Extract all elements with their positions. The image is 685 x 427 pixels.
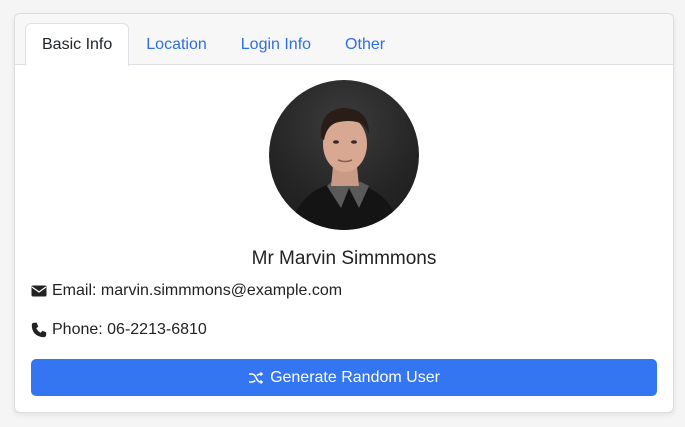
email-row: Email: marvin.simmmons@example.com <box>31 282 342 300</box>
avatar <box>269 80 419 230</box>
button-label: Generate Random User <box>270 368 440 386</box>
user-name: Mr Marvin Simmmons <box>251 248 437 269</box>
tab-location[interactable]: Location <box>129 23 224 65</box>
tab-other[interactable]: Other <box>328 23 402 65</box>
tab-list: Basic Info Location Login Info Other <box>25 23 402 66</box>
phone-row: Phone: 06-2213-6810 <box>31 321 207 339</box>
tab-bar: Basic Info Location Login Info Other <box>15 14 673 66</box>
user-photo <box>289 108 401 230</box>
shuffle-icon <box>248 370 264 386</box>
user-card: Basic Info Location Login Info Other Mr … <box>14 13 674 413</box>
phone-icon <box>31 322 47 338</box>
tab-basic-info[interactable]: Basic Info <box>25 23 130 66</box>
envelope-icon <box>31 283 47 299</box>
email-text: Email: marvin.simmmons@example.com <box>52 282 343 299</box>
phone-text: Phone: 06-2213-6810 <box>52 321 207 338</box>
tab-login-info[interactable]: Login Info <box>224 23 328 65</box>
generate-random-user-button[interactable]: Generate Random User <box>31 359 657 396</box>
